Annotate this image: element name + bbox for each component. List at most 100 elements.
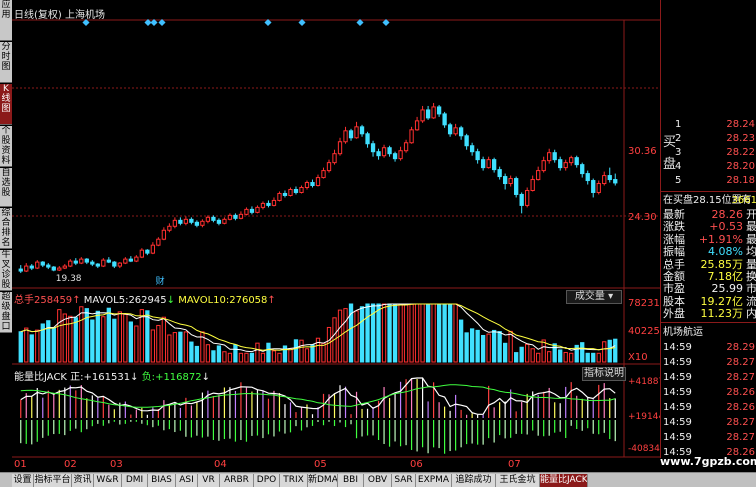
bid-price: 28.22: [726, 147, 755, 158]
arrow-down-icon: ↓: [166, 295, 176, 306]
left-nav: 应用 分时图 K线图 个股资料 自选股 综合排名 牛叉诊股 超级盘口: [0, 0, 12, 487]
chart-title: 日线(复权) 上海机场: [14, 10, 105, 21]
volume-bar: [420, 303, 425, 363]
volume-bar: [293, 339, 299, 363]
volume-axis-label: 40225: [628, 326, 660, 337]
candle-body: [453, 127, 458, 135]
candle-body: [101, 259, 106, 267]
stat-row: 涨幅 +1.91% 最: [661, 233, 756, 246]
left-nav-item[interactable]: 自选股: [0, 168, 12, 207]
volume-bar: [315, 337, 321, 363]
candle-body: [536, 170, 541, 181]
indicator-tab[interactable]: DPO: [254, 474, 280, 487]
candle-body: [288, 188, 293, 196]
indicator-tab[interactable]: SAR: [392, 474, 416, 487]
volume-bar: [150, 329, 156, 363]
watermark: www.7gpzb.com: [660, 455, 756, 468]
stat-extra: 内: [746, 307, 756, 321]
left-nav-item[interactable]: 超级盘口: [0, 292, 12, 333]
candle-body: [585, 173, 590, 182]
indicator-tab[interactable]: ASI: [176, 474, 198, 487]
indicator-tab[interactable]: 王氏金坑: [496, 474, 540, 487]
candle-body: [332, 153, 337, 164]
candle-body: [458, 127, 464, 137]
chart-area[interactable]: 30.36 24.30 19.38 财 78231 40225 X10 +418875 +191…: [12, 0, 660, 458]
volume-bar: [431, 303, 436, 363]
left-nav-item[interactable]: 应用: [0, 0, 12, 41]
candle-body: [420, 109, 425, 122]
volume-axis-label: 78231: [628, 298, 660, 309]
indicator-tab[interactable]: EXPMA: [416, 474, 452, 487]
tick-price: 28.27: [726, 357, 755, 368]
volume-selector-button[interactable]: 成交量 ▾: [566, 290, 622, 304]
ind-name: 能量比JACK: [14, 372, 67, 383]
candle-body: [326, 162, 332, 172]
stat-label: 涨跌: [663, 220, 685, 234]
left-nav-item[interactable]: 个股资料: [0, 126, 12, 167]
stat-extra: 量: [746, 257, 756, 271]
candle-body: [79, 258, 84, 264]
indicator-help-button[interactable]: 指标说明: [582, 367, 626, 381]
volume-bar: [161, 316, 167, 363]
divider: [661, 322, 756, 323]
stat-value: 11.23万: [700, 307, 744, 321]
left-nav-item[interactable]: 牛叉诊股: [0, 250, 12, 291]
candle-body: [51, 266, 56, 271]
volume-bar: [392, 303, 398, 363]
left-nav-item[interactable]: 分时图: [0, 42, 12, 83]
tick-row: 14:59 28.26: [661, 386, 756, 400]
candle-body: [95, 263, 100, 267]
indicator-tab[interactable]: ARBR: [220, 474, 254, 487]
indicator-tab[interactable]: 新DMA: [308, 474, 338, 487]
volume-bar: [580, 342, 585, 363]
ind-pos-label: 正:: [70, 372, 84, 383]
candle-body: [574, 157, 579, 166]
indicator-tab[interactable]: 能量比JACK: [540, 474, 588, 487]
volume-bar: [530, 348, 535, 363]
indicator-tab[interactable]: DMI: [122, 474, 148, 487]
volume-bar: [585, 352, 590, 363]
indicator-tab[interactable]: 设置: [12, 474, 34, 487]
candle-body: [359, 126, 365, 135]
candle-body: [238, 213, 244, 219]
candle-body: [145, 249, 150, 254]
candle-body: [134, 256, 139, 262]
candle-body: [161, 229, 167, 240]
volume-bar: [398, 303, 403, 363]
candle-body: [392, 153, 398, 160]
bid-row: 3 28.22: [661, 146, 756, 160]
tick-price: 28.29: [726, 342, 755, 353]
tick-time: 14:59: [663, 342, 692, 353]
indicator-tab[interactable]: BIAS: [148, 474, 176, 487]
volume-bar: [178, 331, 183, 363]
indicator-tab[interactable]: 资讯: [72, 474, 94, 487]
stat-label: 外盘: [663, 307, 685, 321]
left-nav-item[interactable]: K线图: [0, 84, 12, 125]
volume-bar: [260, 352, 266, 363]
indicator-tab[interactable]: 追踪成功: [452, 474, 496, 487]
stat-extra: 均: [746, 245, 756, 259]
candle-body: [541, 160, 546, 172]
candle-body: [558, 159, 563, 169]
left-nav-item[interactable]: 综合排名: [0, 208, 12, 249]
volume-bar: [547, 351, 552, 363]
stat-extra: 流: [746, 294, 756, 308]
candle-body: [40, 261, 45, 266]
candle-body: [194, 221, 200, 226]
indicator-tab[interactable]: OBV: [364, 474, 392, 487]
indicator-tab[interactable]: VR: [198, 474, 220, 487]
volume-bar: [57, 309, 62, 363]
volume-bar: [596, 352, 601, 363]
candle-body: [211, 216, 216, 221]
indicator-tab[interactable]: 指标平台: [34, 474, 72, 487]
ind-neg-label: 负:: [141, 372, 156, 383]
indicator-tab[interactable]: TRIX: [280, 474, 308, 487]
volume-bar: [486, 333, 491, 363]
stat-row: 振幅 4.08% 均: [661, 245, 756, 258]
indicator-tab[interactable]: W&R: [94, 474, 122, 487]
candle-body: [321, 170, 326, 179]
volume-bar: [525, 343, 530, 363]
kline-chart-svg[interactable]: 30.36 24.30 19.38 财 78231 40225 X10 +418875 +191…: [12, 0, 660, 458]
volume-bar: [403, 303, 409, 363]
indicator-tab[interactable]: BBI: [338, 474, 364, 487]
